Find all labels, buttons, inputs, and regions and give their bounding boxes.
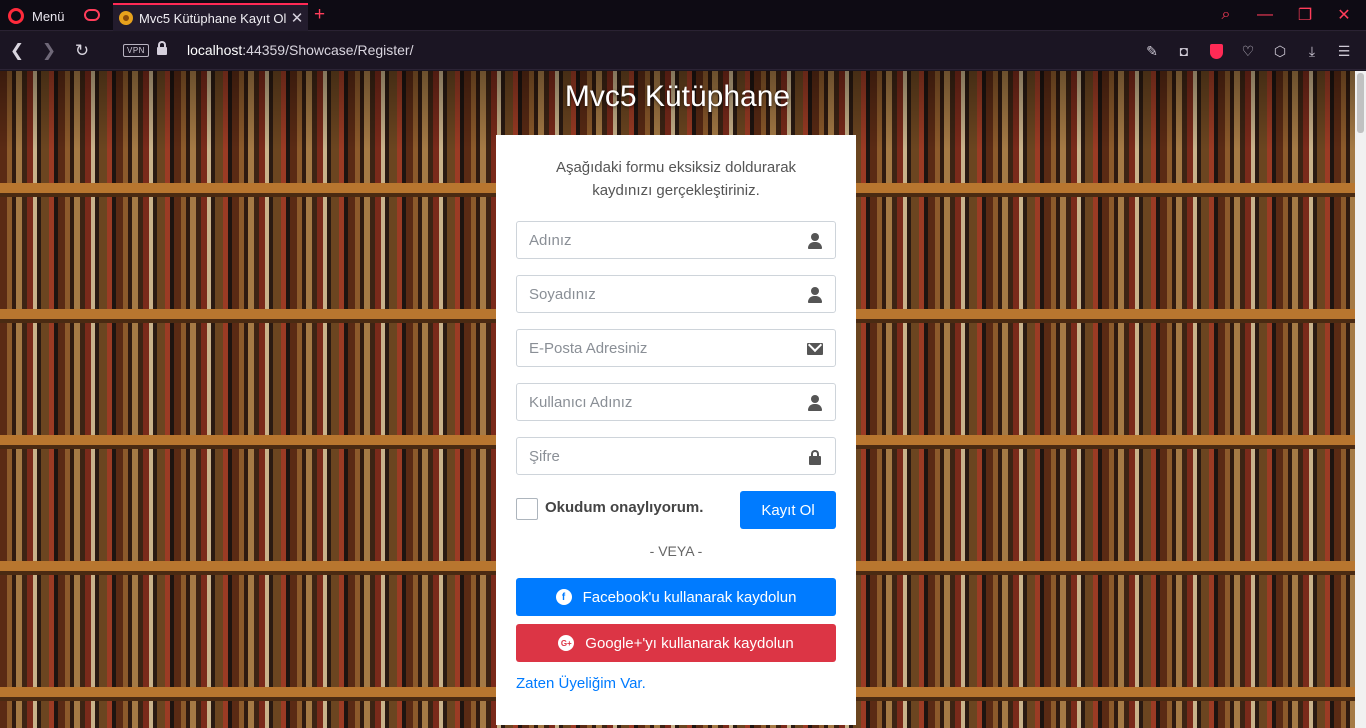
password-field[interactable] (516, 437, 836, 475)
download-icon[interactable]: ⤓ (1302, 41, 1322, 61)
edit-icon[interactable]: ✎ (1142, 41, 1162, 61)
register-card: Aşağıdaki formu eksiksiz doldurarak kayd… (496, 135, 856, 725)
intro-text: Aşağıdaki formu eksiksiz doldurarak kayd… (555, 159, 797, 199)
user-icon (807, 233, 823, 249)
search-tabs-icon[interactable]: ⌕ (1208, 3, 1244, 27)
url-host: localhost (187, 42, 243, 58)
adblock-shield-icon[interactable] (1206, 41, 1226, 61)
camera-icon[interactable]: ◘ (1174, 41, 1194, 61)
site-brand-title: Mvc5 Kütüphane (564, 80, 791, 113)
tab-close-icon[interactable]: ✕ (286, 9, 308, 27)
forward-button[interactable]: ❯ (38, 41, 60, 61)
facebook-register-button[interactable]: f Facebook'u kullanarak kaydolun (516, 578, 836, 616)
address-bar: ❮ ❯ ↻ VPN localhost:44359/Showcase/Regis… (0, 32, 1366, 70)
or-divider: - VEYA - (649, 543, 703, 559)
envelope-icon (807, 341, 823, 357)
tab-register[interactable]: Mvc5 Kütüphane Kayıt Ol ✕ (113, 3, 308, 31)
opera-logo-icon (8, 8, 24, 24)
tab-title: Mvc5 Kütüphane Kayıt Ol (139, 10, 286, 26)
email-field[interactable] (516, 329, 836, 367)
heart-icon[interactable]: ♡ (1238, 41, 1258, 61)
browser-tab-bar: Menü Mvc5 Kütüphane Kayıt Ol ✕ + ⌕ — ❐ ✕ (0, 0, 1366, 31)
url-path: :44359/Showcase/Register/ (242, 42, 414, 58)
last-name-field[interactable] (516, 275, 836, 313)
agree-and-submit-row: Okudum onaylıyorum. Kayıt Ol (516, 491, 836, 529)
favicon-icon (119, 11, 133, 25)
password-input[interactable] (517, 438, 835, 474)
close-window-button[interactable]: ✕ (1326, 3, 1362, 27)
url-field[interactable]: localhost:44359/Showcase/Register/ (187, 42, 413, 58)
facebook-button-label: Facebook'u kullanarak kaydolun (582, 588, 797, 606)
user-icon (807, 287, 823, 303)
reload-button[interactable]: ↻ (71, 41, 93, 61)
google-plus-icon: G+ (558, 635, 575, 651)
secure-lock-icon[interactable] (157, 41, 167, 55)
menu-label: Menü (32, 8, 65, 24)
restore-button[interactable]: ❐ (1287, 3, 1323, 27)
username-input[interactable] (517, 384, 835, 420)
google-button-label: Google+'yı kullanarak kaydolun (585, 634, 794, 652)
address-bar-tools: ✎ ◘ ♡ ⬡ ⤓ ☰ (1142, 41, 1354, 61)
user-icon (807, 395, 823, 411)
minimize-button[interactable]: — (1247, 3, 1283, 27)
first-name-field[interactable] (516, 221, 836, 259)
already-member-link[interactable]: Zaten Üyeliğim Var. (516, 675, 836, 692)
new-tab-button[interactable]: + (314, 4, 325, 26)
first-name-input[interactable] (517, 222, 835, 258)
last-name-input[interactable] (517, 276, 835, 312)
vpn-badge[interactable]: VPN (123, 44, 149, 57)
google-register-button[interactable]: G+ Google+'yı kullanarak kaydolun (516, 624, 836, 662)
username-field[interactable] (516, 383, 836, 421)
facebook-icon: f (555, 589, 572, 605)
email-input[interactable] (517, 330, 835, 366)
agree-label[interactable]: Okudum onaylıyorum. (545, 499, 703, 516)
scrollbar-thumb[interactable] (1357, 73, 1364, 133)
lock-icon (807, 449, 823, 465)
agree-checkbox[interactable] (516, 498, 538, 520)
opera-menu-button[interactable]: Menü (8, 5, 65, 27)
register-button[interactable]: Kayıt Ol (740, 491, 836, 529)
back-button[interactable]: ❮ (6, 41, 28, 61)
page-background-bookshelf: Mvc5 Kütüphane Aşağıdaki formu eksiksiz … (0, 71, 1355, 728)
page-scrollbar[interactable] (1355, 71, 1366, 728)
cube-icon[interactable]: ⬡ (1270, 41, 1290, 61)
settings-icon[interactable]: ☰ (1334, 41, 1354, 61)
gamepad-icon[interactable] (84, 9, 100, 21)
